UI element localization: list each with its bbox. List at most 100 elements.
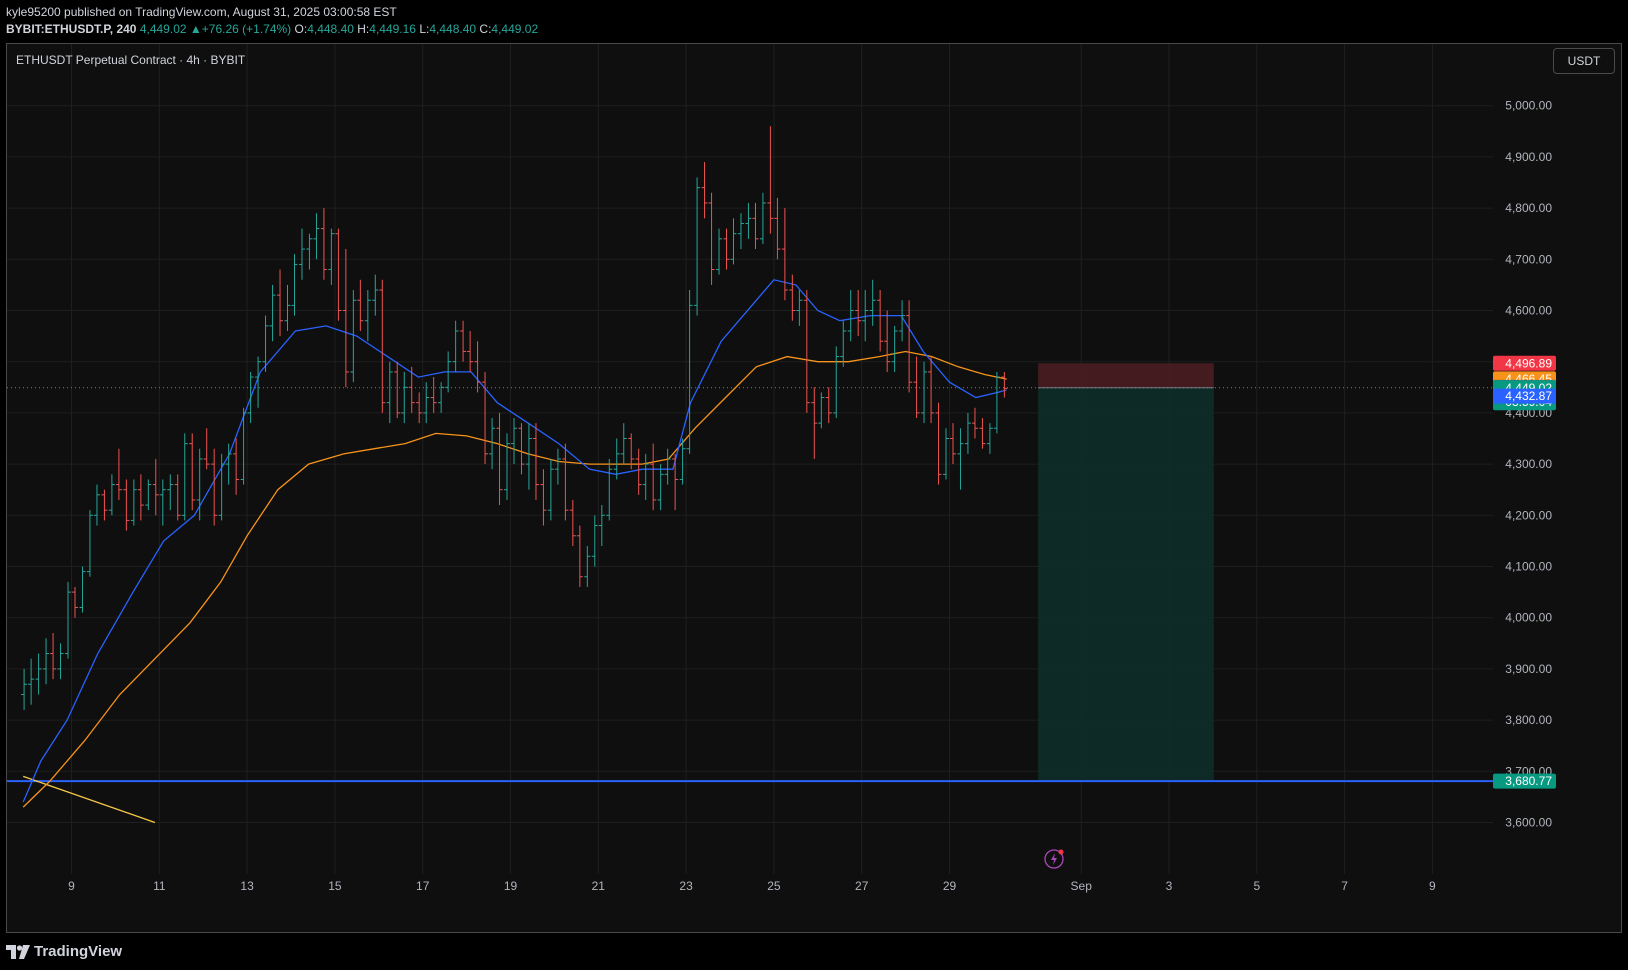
- ohlc-bar: [79, 566, 86, 613]
- ohlc-bar: [189, 433, 196, 511]
- ohlc-bar: [386, 361, 393, 424]
- ohlc-bar: [181, 433, 188, 521]
- ohlc-bar: [950, 423, 957, 465]
- stop-loss-zone: [1038, 363, 1214, 388]
- ohlc-bar: [50, 633, 57, 680]
- ohlc-bar: [467, 330, 474, 372]
- ohlc-bar: [986, 423, 993, 454]
- notification-dot: [1058, 849, 1064, 855]
- ohlc-bar: [115, 448, 122, 500]
- ohlc-bar: [423, 382, 430, 424]
- ohlc-bar: [379, 279, 386, 413]
- ohlc-bar: [306, 233, 313, 270]
- footer: TradingView: [0, 934, 1628, 970]
- ohlc-bar: [394, 361, 401, 419]
- ohlc-bar: [855, 290, 862, 337]
- ohlc-bar: [606, 458, 613, 521]
- ohlc-bar: [64, 581, 71, 659]
- ohlc-bar: [569, 499, 576, 547]
- ohlc-bar: [818, 392, 825, 429]
- ohlc-bar: [716, 228, 723, 275]
- ohlc-bar: [203, 428, 210, 470]
- ohlc-bar: [511, 418, 518, 465]
- chart-header: kyle95200 published on TradingView.com, …: [0, 0, 1628, 42]
- ohlc-bar: [35, 653, 42, 695]
- ohlc-bar: [591, 515, 598, 567]
- x-tick-label: 3: [1166, 879, 1173, 893]
- ohlc-bar: [921, 361, 928, 424]
- svg-text:4,496.89: 4,496.89: [1505, 356, 1552, 370]
- ohlc-bar: [913, 356, 920, 419]
- currency-button[interactable]: USDT: [1553, 48, 1615, 74]
- publisher-line: kyle95200 published on TradingView.com, …: [6, 5, 397, 19]
- ohlc-bar: [686, 290, 693, 454]
- ohlc-bar: [372, 274, 379, 316]
- ohlc-bar: [335, 228, 342, 321]
- ohlc-bar: [211, 448, 218, 526]
- ohlc-bar: [93, 484, 100, 526]
- x-tick-label: Sep: [1071, 879, 1093, 893]
- ohlc-bar: [401, 371, 408, 424]
- ohlc-bar: [72, 586, 79, 618]
- y-tick-label: 4,100.00: [1505, 560, 1552, 574]
- ohlc-bar: [518, 423, 525, 475]
- ohlc-bar: [342, 249, 349, 388]
- ohlc-bar: [532, 423, 539, 500]
- x-tick-label: 21: [592, 879, 606, 893]
- low-value: 4,448.40: [429, 22, 477, 36]
- ohlc-bar: [357, 279, 364, 331]
- x-tick-label: 27: [855, 879, 869, 893]
- price-badge: 4,496.89: [1493, 355, 1556, 371]
- ema-slow-line: [22, 350, 1007, 808]
- ohlc-bar: [284, 284, 291, 331]
- ohlc-bar: [650, 443, 657, 511]
- ohlc-bar: [320, 208, 327, 280]
- ohlc-bar: [971, 407, 978, 439]
- ohlc-bar: [1001, 371, 1008, 398]
- ohlc-bar: [430, 377, 437, 413]
- x-tick-label: 19: [504, 879, 518, 893]
- svg-text:3,680.77: 3,680.77: [1505, 774, 1552, 788]
- ohlc-bar: [123, 479, 130, 531]
- ohlc-bar: [130, 479, 137, 526]
- price-chart[interactable]: 3,600.003,700.003,800.003,900.004,000.00…: [7, 44, 1621, 932]
- ohlc-bar: [935, 402, 942, 485]
- ohlc-bar: [313, 213, 320, 260]
- y-tick-label: 5,000.00: [1505, 99, 1552, 113]
- chart-area[interactable]: 3,600.00 3,700.00 3,800.00 3,900.00 4,000.00…: [6, 43, 1622, 933]
- ohlc-bar: [723, 228, 730, 270]
- ohlc-bar: [737, 213, 744, 250]
- ohlc-bar: [159, 479, 166, 526]
- ohlc-bar: [364, 290, 371, 342]
- ohlc-bar: [438, 382, 445, 413]
- ohlc-bar: [540, 469, 547, 526]
- ohlc-bar: [803, 290, 810, 413]
- ohlc-bar: [145, 479, 152, 511]
- ema-fast-line: [22, 279, 1007, 803]
- trend-line: [22, 775, 156, 824]
- ohlc-bar: [328, 228, 335, 285]
- ohlc-bar: [993, 371, 1000, 434]
- ohlc-bar: [840, 320, 847, 367]
- tradingview-logo[interactable]: TradingView: [6, 943, 122, 960]
- ohlc-bar: [269, 284, 276, 342]
- ohlc-bar: [796, 290, 803, 326]
- symbol-label[interactable]: BYBIT:ETHUSDT.P, 240: [6, 22, 136, 36]
- tradingview-logo-icon: [6, 944, 30, 959]
- ohlc-bar: [233, 438, 240, 495]
- chart-title: ETHUSDT Perpetual Contract · 4h · BYBIT: [16, 53, 246, 67]
- ohlc-bar: [247, 371, 254, 424]
- x-tick-label: 5: [1253, 879, 1260, 893]
- ohlc-bar: [811, 387, 818, 459]
- y-tick-label: 4,600.00: [1505, 304, 1552, 318]
- ohlc-bar: [503, 433, 510, 500]
- x-tick-label: 23: [679, 879, 693, 893]
- ohlc-bar: [847, 290, 854, 342]
- ohlc-bar: [489, 418, 496, 470]
- ohlc-bar: [774, 197, 781, 260]
- ohlc-bar: [701, 162, 708, 219]
- y-tick-label: 3,600.00: [1505, 816, 1552, 830]
- open-label: O:: [294, 22, 308, 36]
- ohlc-bar: [291, 254, 298, 316]
- ohlc-bar: [825, 387, 832, 424]
